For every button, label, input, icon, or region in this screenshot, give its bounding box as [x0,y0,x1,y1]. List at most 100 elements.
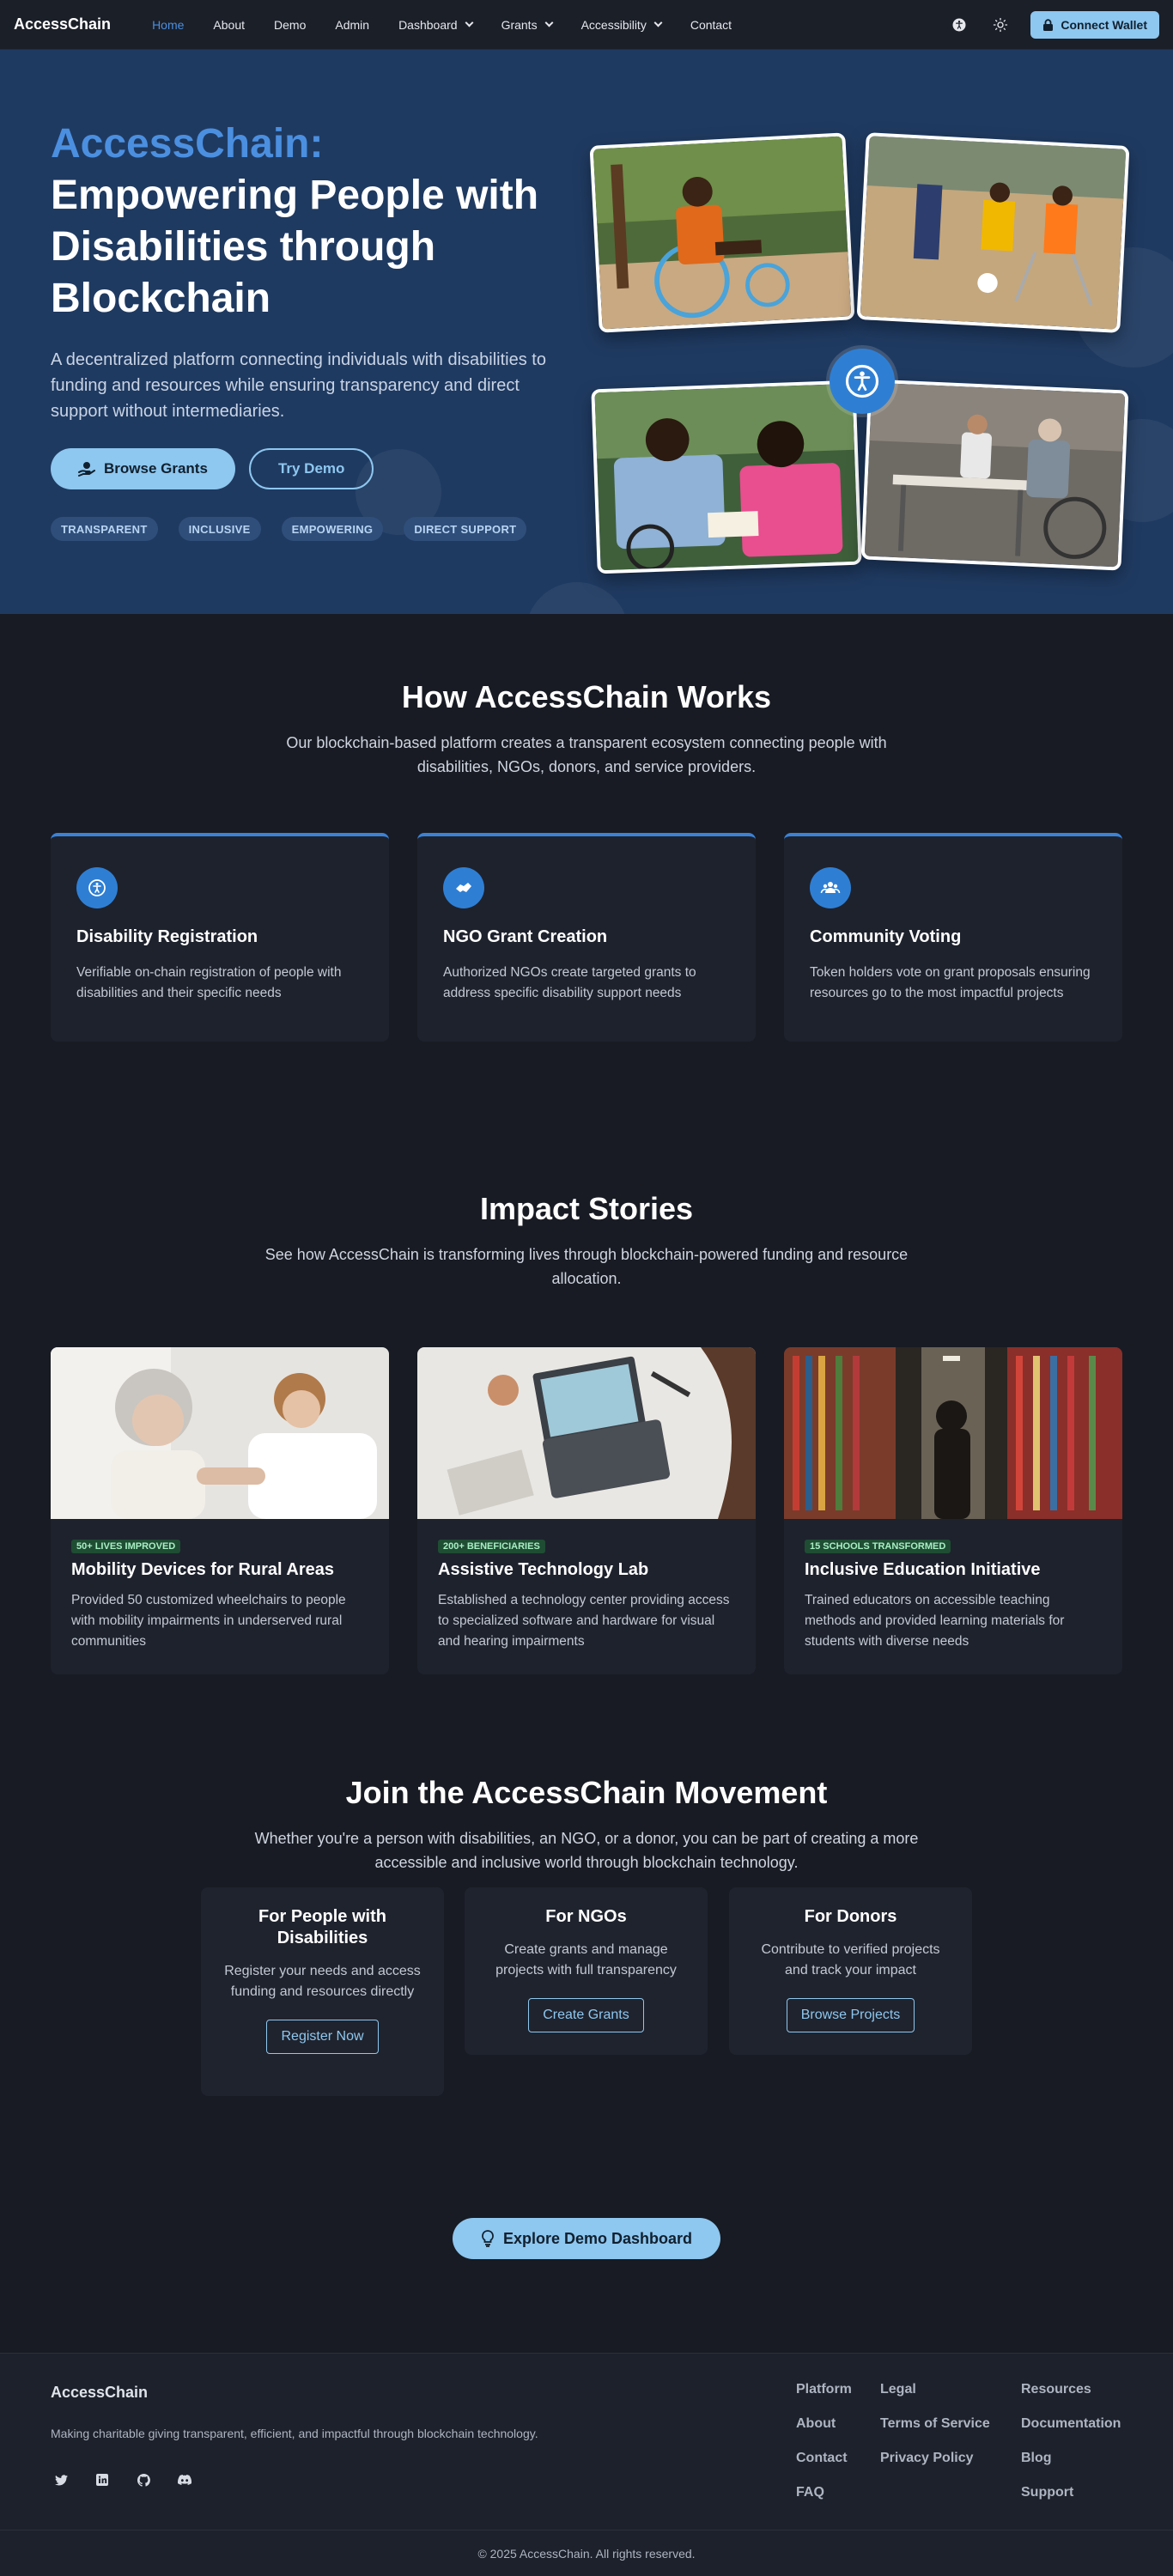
brand-logo[interactable]: AccessChain [14,15,111,33]
hero-title-accent: AccessChain: [51,121,324,167]
footer-heading: Resources [1021,2382,1091,2397]
join-title: Join the AccessChain Movement [345,1775,828,1810]
accessibility-menu-button[interactable] [948,14,970,36]
hero-photo-wheelchair-boy [589,132,855,333]
tag-badge: INCLUSIVE [178,517,261,541]
nav-contact[interactable]: Contact [690,18,732,32]
hero-accessibility-badge [830,349,895,414]
browse-projects-button[interactable]: Browse Projects [786,1998,915,2032]
social-links [51,2470,195,2490]
try-demo-button[interactable]: Try Demo [248,448,374,489]
discord-icon [178,2475,191,2485]
join-card-donors: For Donors Contribute to verified projec… [729,1887,972,2055]
story-text: Established a technology center providin… [438,1593,730,1649]
lock-icon [1043,19,1054,31]
nav-admin[interactable]: Admin [335,18,369,32]
hero-description: A decentralized platform connecting indi… [51,350,546,421]
feature-text: Verifiable on-chain registration of peop… [76,965,342,1000]
tag-badge: TRANSPARENT [51,517,158,541]
story-title: Mobility Devices for Rural Areas [71,1560,335,1579]
nav-demo[interactable]: Demo [274,18,306,32]
register-now-button[interactable]: Register Now [266,2020,379,2054]
nav-grants-dropdown[interactable]: Grants [501,17,554,32]
join-subtitle: Whether you're a person with disabilitie… [254,1830,919,1871]
footer-link-contact[interactable]: Contact [796,2451,852,2466]
users-icon [820,882,841,894]
twitter-icon [54,2474,68,2485]
nav-about[interactable]: About [213,18,245,32]
footer: AccessChain Making charitable giving tra… [0,2353,1173,2576]
impact-badge: 50+ LIVES IMPROVED [71,1540,181,1553]
top-navbar: AccessChain Home About Demo Admin Dashbo… [0,0,1173,50]
feature-icon-wrap [810,867,851,908]
hero-buttons: Browse Grants Try Demo [51,448,574,489]
story-title: Assistive Technology Lab [438,1560,649,1579]
chevron-down-icon [544,18,554,27]
impact-subtitle: See how AccessChain is transforming live… [264,1246,909,1287]
linkedin-icon [96,2474,108,2486]
how-it-works-section: How AccessChain Works Our blockchain-bas… [0,614,1173,1121]
nav-dashboard-dropdown[interactable]: Dashboard [398,17,474,32]
footer-col-legal: Legal Terms of Service Privacy Policy [880,2382,990,2485]
nav-grants-label: Grants [501,17,538,32]
footer-link-about[interactable]: About [796,2416,852,2432]
feature-title: NGO Grant Creation [443,927,608,946]
linkedin-link[interactable] [92,2470,112,2490]
discord-link[interactable] [174,2470,195,2490]
browse-grants-button[interactable]: Browse Grants [51,448,235,489]
footer-link-blog[interactable]: Blog [1021,2451,1121,2466]
browse-grants-label: Browse Grants [104,460,208,477]
accessibility-icon [88,879,106,896]
footer-link-support[interactable]: Support [1021,2485,1121,2500]
connect-wallet-button[interactable]: Connect Wallet [1030,11,1159,39]
github-icon [137,2473,150,2487]
nav-actions: Connect Wallet [948,0,1159,50]
explore-demo-label: Explore Demo Dashboard [502,2229,693,2247]
story-body: 50+ LIVES IMPROVED Mobility Devices for … [51,1519,389,1671]
nav-accessibility-dropdown[interactable]: Accessibility [580,17,663,32]
nav-links: Home About Demo Admin Dashboard Grants A… [152,18,761,32]
story-card: 200+ BENEFICIARIES Assistive Technology … [417,1347,756,1674]
join-card-text: Register your needs and access funding a… [224,1964,421,1999]
story-image-library [784,1347,1122,1519]
footer-link-documentation[interactable]: Documentation [1021,2416,1121,2432]
story-card: 15 SCHOOLS TRANSFORMED Inclusive Educati… [784,1347,1122,1674]
hero-tags: TRANSPARENT INCLUSIVE EMPOWERING DIRECT … [51,517,574,541]
chevron-down-icon [653,18,663,27]
impact-title: Impact Stories [479,1191,694,1226]
nav-dashboard-label: Dashboard [398,17,458,32]
create-grants-button[interactable]: Create Grants [528,1998,644,2032]
feature-title: Community Voting [810,927,962,946]
footer-brand: AccessChain [51,2384,149,2401]
feature-text: Authorized NGOs create targeted grants t… [443,965,696,1000]
lightbulb-icon [482,2230,494,2247]
feature-card: Community Voting Token holders vote on g… [784,833,1122,1042]
footer-link-terms[interactable]: Terms of Service [880,2416,990,2432]
hand-holding-heart-icon [78,462,95,477]
hero-photo-friends-reading [591,380,862,574]
github-link[interactable] [133,2470,154,2490]
join-card-title: For Donors [804,1907,897,1926]
impact-badge: 15 SCHOOLS TRANSFORMED [805,1540,951,1553]
accessibility-icon [845,364,879,398]
feature-icon-wrap [76,867,118,908]
join-section: Join the AccessChain Movement Whether yo… [0,1716,1173,2353]
twitter-link[interactable] [51,2470,71,2490]
footer-link-privacy[interactable]: Privacy Policy [880,2451,990,2466]
hero-section: AccessChain: Empowering People with Disa… [0,50,1173,614]
sun-icon [994,17,1008,33]
join-card-text: Contribute to verified projects and trac… [761,1942,940,1978]
nav-accessibility-label: Accessibility [580,17,647,32]
story-body: 200+ BENEFICIARIES Assistive Technology … [417,1519,756,1671]
explore-demo-dashboard-button[interactable]: Explore Demo Dashboard [453,2218,720,2259]
connect-wallet-label: Connect Wallet [1061,18,1147,32]
impact-badge: 200+ BENEFICIARIES [438,1540,545,1553]
nav-home[interactable]: Home [152,18,184,32]
story-body: 15 SCHOOLS TRANSFORMED Inclusive Educati… [784,1519,1122,1671]
theme-toggle-button[interactable] [989,14,1012,36]
feature-title: Disability Registration [76,927,258,946]
hero-photo-amputee-football [856,132,1130,333]
impact-stories-section: Impact Stories See how AccessChain is tr… [0,1121,1173,1716]
footer-col-platform: Platform About Contact FAQ [796,2382,852,2519]
footer-link-faq[interactable]: FAQ [796,2485,852,2500]
